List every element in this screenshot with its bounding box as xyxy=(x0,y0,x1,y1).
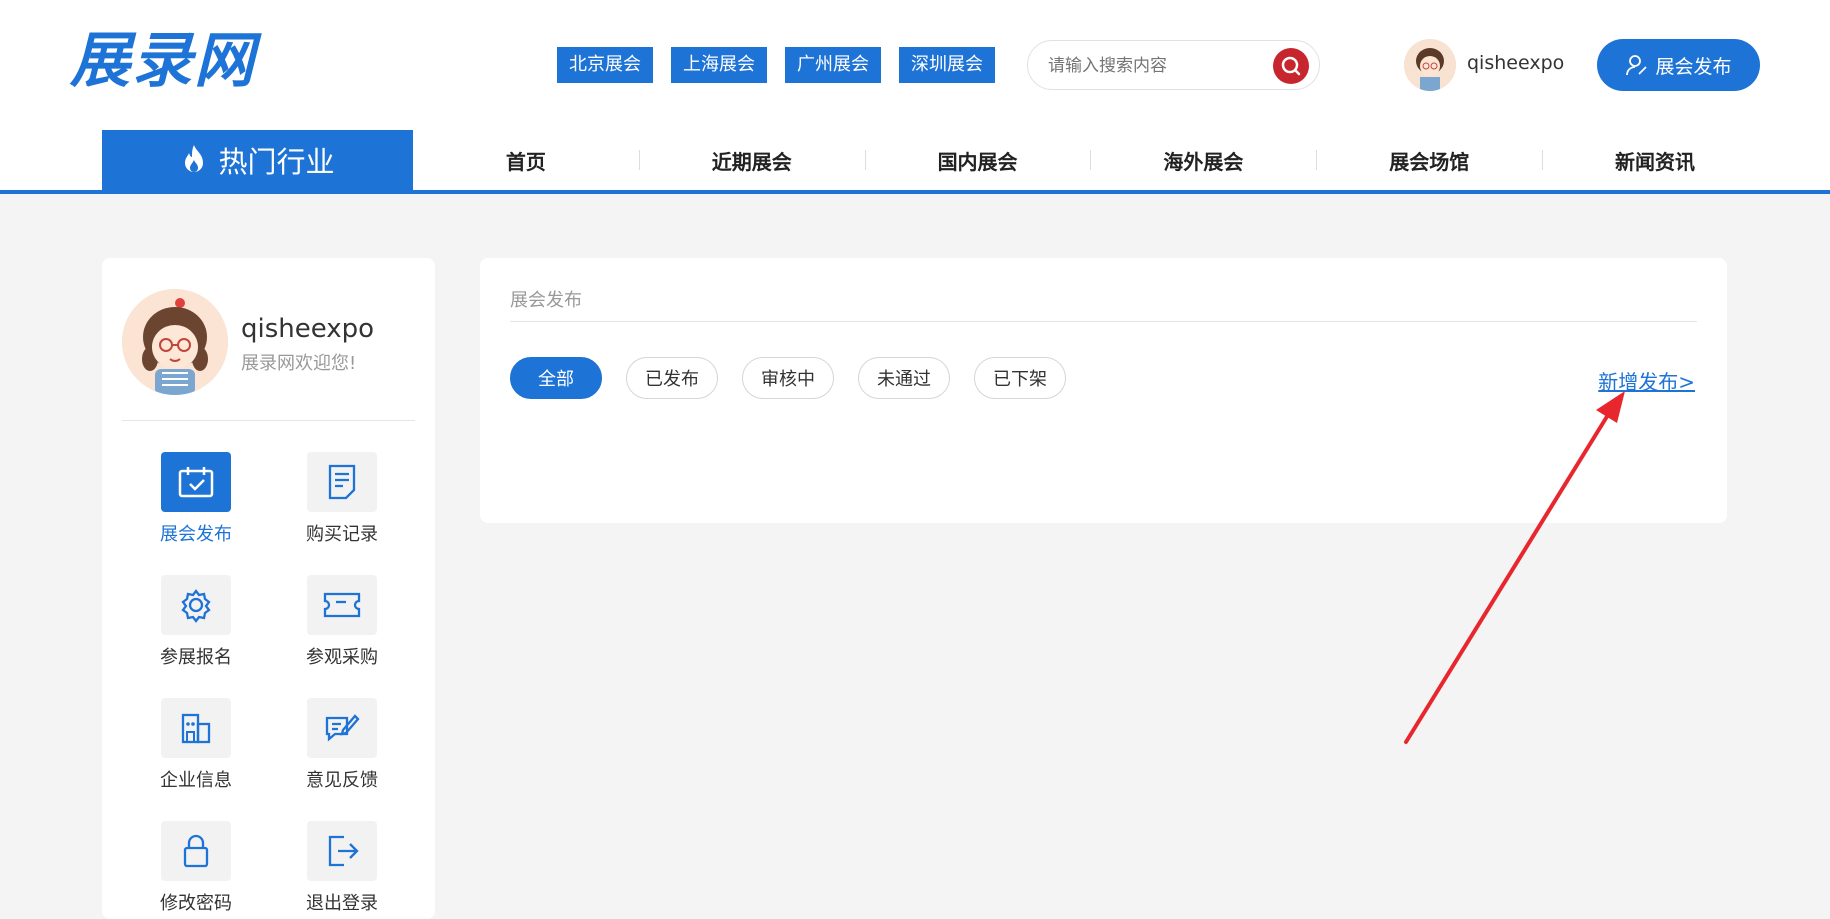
document-icon xyxy=(328,464,356,500)
status-filters: 全部 已发布 审核中 未通过 已下架 xyxy=(510,357,1066,399)
hot-industry-menu[interactable]: 热门行业 xyxy=(102,130,413,190)
hot-industry-label: 热门行业 xyxy=(218,145,335,179)
city-tag-shanghai[interactable]: 上海展会 xyxy=(671,47,767,83)
user-edit-icon xyxy=(1626,55,1648,76)
fire-icon xyxy=(185,145,204,172)
sidebar-item-label: 购买记录 xyxy=(306,524,378,545)
gear-icon xyxy=(181,589,211,623)
sidebar-item-label: 退出登录 xyxy=(306,893,378,914)
sidebar-item-label: 企业信息 xyxy=(160,770,232,791)
sidebar-welcome: 展录网欢迎您! xyxy=(241,353,357,374)
user-sidebar: qisheexpo 展录网欢迎您! 展会发布 购买记录 参展报名 参观采购 企业… xyxy=(102,258,435,919)
sidebar-username: qisheexpo xyxy=(241,314,375,344)
search-input[interactable] xyxy=(1048,53,1268,79)
main-divider xyxy=(510,321,1697,322)
nav-item-overseas[interactable]: 海外展会 xyxy=(1090,130,1316,190)
search-box xyxy=(1027,40,1320,90)
search-icon xyxy=(1281,56,1301,76)
nav-item-recent[interactable]: 近期展会 xyxy=(638,130,865,190)
city-tag-guangzhou[interactable]: 广州展会 xyxy=(785,47,881,83)
add-new-publish-link[interactable]: 新增发布> xyxy=(1598,366,1695,395)
sidebar-item-label: 修改密码 xyxy=(160,893,232,914)
sidebar-item-logout[interactable]: 退出登录 xyxy=(297,821,387,915)
logout-icon xyxy=(328,835,359,867)
sidebar-item-label: 意见反馈 xyxy=(306,770,378,791)
sidebar-item-change-password[interactable]: 修改密码 xyxy=(151,821,241,915)
nav-item-domestic[interactable]: 国内展会 xyxy=(864,130,1091,190)
city-tag-beijing[interactable]: 北京展会 xyxy=(557,47,653,83)
sidebar-item-exhibitor-registration[interactable]: 参展报名 xyxy=(151,575,241,669)
city-tags: 北京展会 上海展会 广州展会 深圳展会 xyxy=(557,47,995,83)
top-username[interactable]: qisheexpo xyxy=(1467,52,1564,74)
user-avatar xyxy=(122,289,228,395)
sidebar-item-label: 参展报名 xyxy=(160,647,232,668)
main-panel: 展会发布 全部 已发布 审核中 未通过 已下架 新增发布> xyxy=(480,258,1727,523)
calendar-icon xyxy=(178,467,214,498)
nav-items: 首页 近期展会 国内展会 海外展会 展会场馆 新闻资讯 xyxy=(413,130,1768,190)
sidebar-item-visit-purchase[interactable]: 参观采购 xyxy=(297,575,387,669)
filter-rejected[interactable]: 未通过 xyxy=(858,357,950,399)
search-button[interactable] xyxy=(1273,48,1309,84)
sidebar-item-label: 参观采购 xyxy=(306,647,378,668)
breadcrumb: 展会发布 xyxy=(510,290,582,311)
publish-exhibition-button[interactable]: 展会发布 xyxy=(1597,39,1760,91)
lock-icon xyxy=(183,834,209,868)
publish-button-label: 展会发布 xyxy=(1655,55,1732,78)
ticket-icon xyxy=(323,592,361,618)
sidebar-divider xyxy=(122,420,415,421)
city-tag-shenzhen[interactable]: 深圳展会 xyxy=(899,47,995,83)
nav-item-venues[interactable]: 展会场馆 xyxy=(1316,130,1542,190)
filter-all[interactable]: 全部 xyxy=(510,357,602,399)
sidebar-item-purchase-records[interactable]: 购买记录 xyxy=(297,452,387,546)
user-avatar-small[interactable] xyxy=(1404,39,1456,91)
filter-reviewing[interactable]: 审核中 xyxy=(742,357,834,399)
building-icon xyxy=(181,713,211,744)
filter-delisted[interactable]: 已下架 xyxy=(974,357,1066,399)
sidebar-item-exhibition-publish[interactable]: 展会发布 xyxy=(151,452,241,546)
sidebar-item-feedback[interactable]: 意见反馈 xyxy=(297,698,387,792)
main-nav: 热门行业 首页 近期展会 国内展会 海外展会 展会场馆 新闻资讯 xyxy=(0,130,1830,194)
sidebar-item-company-info[interactable]: 企业信息 xyxy=(151,698,241,792)
feedback-icon xyxy=(325,714,360,742)
nav-item-home[interactable]: 首页 xyxy=(413,130,639,190)
sidebar-item-label: 展会发布 xyxy=(160,524,232,545)
nav-item-news[interactable]: 新闻资讯 xyxy=(1542,130,1768,190)
site-logo[interactable]: 展录网 xyxy=(70,26,256,96)
filter-published[interactable]: 已发布 xyxy=(626,357,718,399)
